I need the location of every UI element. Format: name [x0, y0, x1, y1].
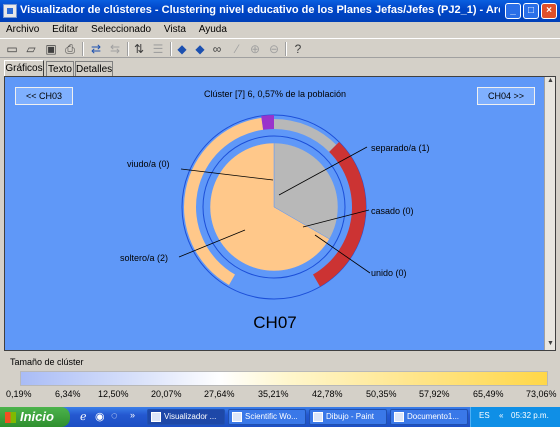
- toolbar-separator: [285, 42, 287, 56]
- binoculars-icon[interactable]: ∞: [209, 41, 225, 57]
- task-paint[interactable]: Dibujo - Paint: [309, 409, 387, 425]
- sort-icon[interactable]: ⇅: [131, 41, 147, 57]
- size-tick: 73,06%: [526, 389, 557, 399]
- menu-archivo[interactable]: Archivo: [0, 22, 43, 35]
- taskbar: Inicio ℯ ◉ ◌ » Visualizador ... Scientif…: [0, 407, 560, 427]
- size-tick: 35,21%: [258, 389, 289, 399]
- open-icon[interactable]: ▱: [23, 41, 39, 57]
- label-casado: casado (0): [371, 206, 414, 216]
- scroll-up-icon[interactable]: ▲: [546, 77, 555, 87]
- label-soltero: soltero/a (2): [120, 253, 168, 263]
- tray-arrow-icon[interactable]: «: [499, 411, 503, 420]
- chart-panel: << CH03 Clúster [7] 6, 0,57% de la pobla…: [4, 76, 556, 351]
- help-icon[interactable]: ?: [290, 41, 306, 57]
- size-tick: 6,34%: [55, 389, 81, 399]
- firefox-icon[interactable]: ◌: [111, 410, 118, 422]
- arrow-right-icon[interactable]: ◆: [192, 41, 208, 57]
- task-app-icon: [151, 412, 161, 422]
- explorer-icon[interactable]: ◉: [95, 410, 105, 423]
- toolbar: ▭ ▱ ▣ ⎙ ⇄ ⇆ ⇅ ☰ ◆ ◆ ∞ ⁄ ⊕ ⊖ ?: [0, 38, 560, 58]
- ie-icon[interactable]: ℯ: [80, 410, 87, 423]
- tab-texto[interactable]: Texto: [46, 61, 74, 77]
- toolbar-separator: [127, 42, 129, 56]
- menu-bar: Archivo Editar Seleccionado Vista Ayuda: [0, 22, 560, 38]
- task-visualizador[interactable]: Visualizador ...: [147, 409, 225, 425]
- arrow-left-icon[interactable]: ◆: [174, 41, 190, 57]
- size-tick: 27,64%: [204, 389, 235, 399]
- size-tick: 65,49%: [473, 389, 504, 399]
- label-unido: unido (0): [371, 268, 407, 278]
- task-label: Dibujo - Paint: [326, 412, 375, 421]
- task-app-icon: [394, 412, 404, 422]
- toolbar-separator: [82, 42, 84, 56]
- task-label: Documento1...: [407, 412, 460, 421]
- menu-seleccionado[interactable]: Seleccionado: [85, 22, 155, 35]
- label-separado: separado/a (1): [371, 143, 430, 153]
- clock: 05:32 p.m.: [511, 411, 549, 420]
- toolbar-separator: [170, 42, 172, 56]
- window-title: Visualizador de clústeres - Clustering n…: [20, 4, 500, 16]
- menu-vista[interactable]: Vista: [158, 22, 190, 35]
- task-app-icon: [232, 412, 242, 422]
- minimize-button[interactable]: _: [505, 3, 521, 19]
- size-tick: 57,92%: [419, 389, 450, 399]
- filter-icon[interactable]: ☰: [150, 41, 166, 57]
- zoom-in-icon[interactable]: ⊕: [247, 41, 263, 57]
- menu-editar[interactable]: Editar: [46, 22, 82, 35]
- print-icon[interactable]: ⎙: [62, 41, 78, 57]
- zoom-out-icon[interactable]: ⊖: [266, 41, 282, 57]
- start-label: Inicio: [20, 409, 54, 424]
- cluster-name-label: CH07: [253, 313, 297, 332]
- size-tick: 12,50%: [98, 389, 129, 399]
- system-tray: ES « 05:32 p.m.: [470, 407, 560, 427]
- save-icon[interactable]: ▣: [43, 41, 59, 57]
- quicklaunch-more-icon[interactable]: »: [130, 410, 135, 420]
- task-label: Visualizador ...: [164, 412, 217, 421]
- outer-ring-segment[interactable]: [261, 115, 274, 130]
- maximize-button[interactable]: □: [523, 3, 539, 19]
- label-viudo: viudo/a (0): [127, 159, 170, 169]
- task-app-icon: [313, 412, 323, 422]
- cluster-size-gradient: [20, 371, 548, 386]
- cluster-size-label: Tamaño de clúster: [10, 357, 84, 367]
- scroll-down-icon[interactable]: ▼: [546, 340, 555, 350]
- size-tick: 0,19%: [6, 389, 32, 399]
- size-tick: 50,35%: [366, 389, 397, 399]
- language-indicator[interactable]: ES: [479, 411, 490, 420]
- unlink-icon[interactable]: ⇆: [107, 41, 123, 57]
- tab-detalles[interactable]: Detalles: [75, 61, 113, 77]
- close-button[interactable]: ×: [541, 3, 557, 19]
- start-button[interactable]: Inicio: [0, 407, 70, 427]
- task-documento[interactable]: Documento1...: [390, 409, 468, 425]
- menu-ayuda[interactable]: Ayuda: [193, 22, 231, 35]
- title-bar[interactable]: Visualizador de clústeres - Clustering n…: [0, 0, 560, 22]
- size-tick: 42,78%: [312, 389, 343, 399]
- link-icon[interactable]: ⇄: [88, 41, 104, 57]
- cluster-pie-chart: separado/a (1) casado (0) unido (0) solt…: [120, 114, 430, 300]
- inner-pie: [209, 142, 339, 272]
- task-label: Scientific Wo...: [245, 412, 298, 421]
- new-icon[interactable]: ▭: [4, 41, 20, 57]
- magic-wand-icon[interactable]: ⁄: [229, 41, 245, 57]
- windows-logo-icon: [5, 412, 16, 423]
- chart-scrollbar[interactable]: ▲ ▼: [544, 77, 555, 350]
- cluster-viewer-window: Visualizador de clústeres - Clustering n…: [0, 0, 560, 407]
- cluster-size-ticks: 0,19% 6,34% 12,50% 20,07% 27,64% 35,21% …: [0, 389, 560, 403]
- size-tick: 20,07%: [151, 389, 182, 399]
- app-icon: [3, 4, 17, 18]
- task-scientific[interactable]: Scientific Wo...: [228, 409, 306, 425]
- tab-graficos[interactable]: Gráficos: [4, 60, 44, 77]
